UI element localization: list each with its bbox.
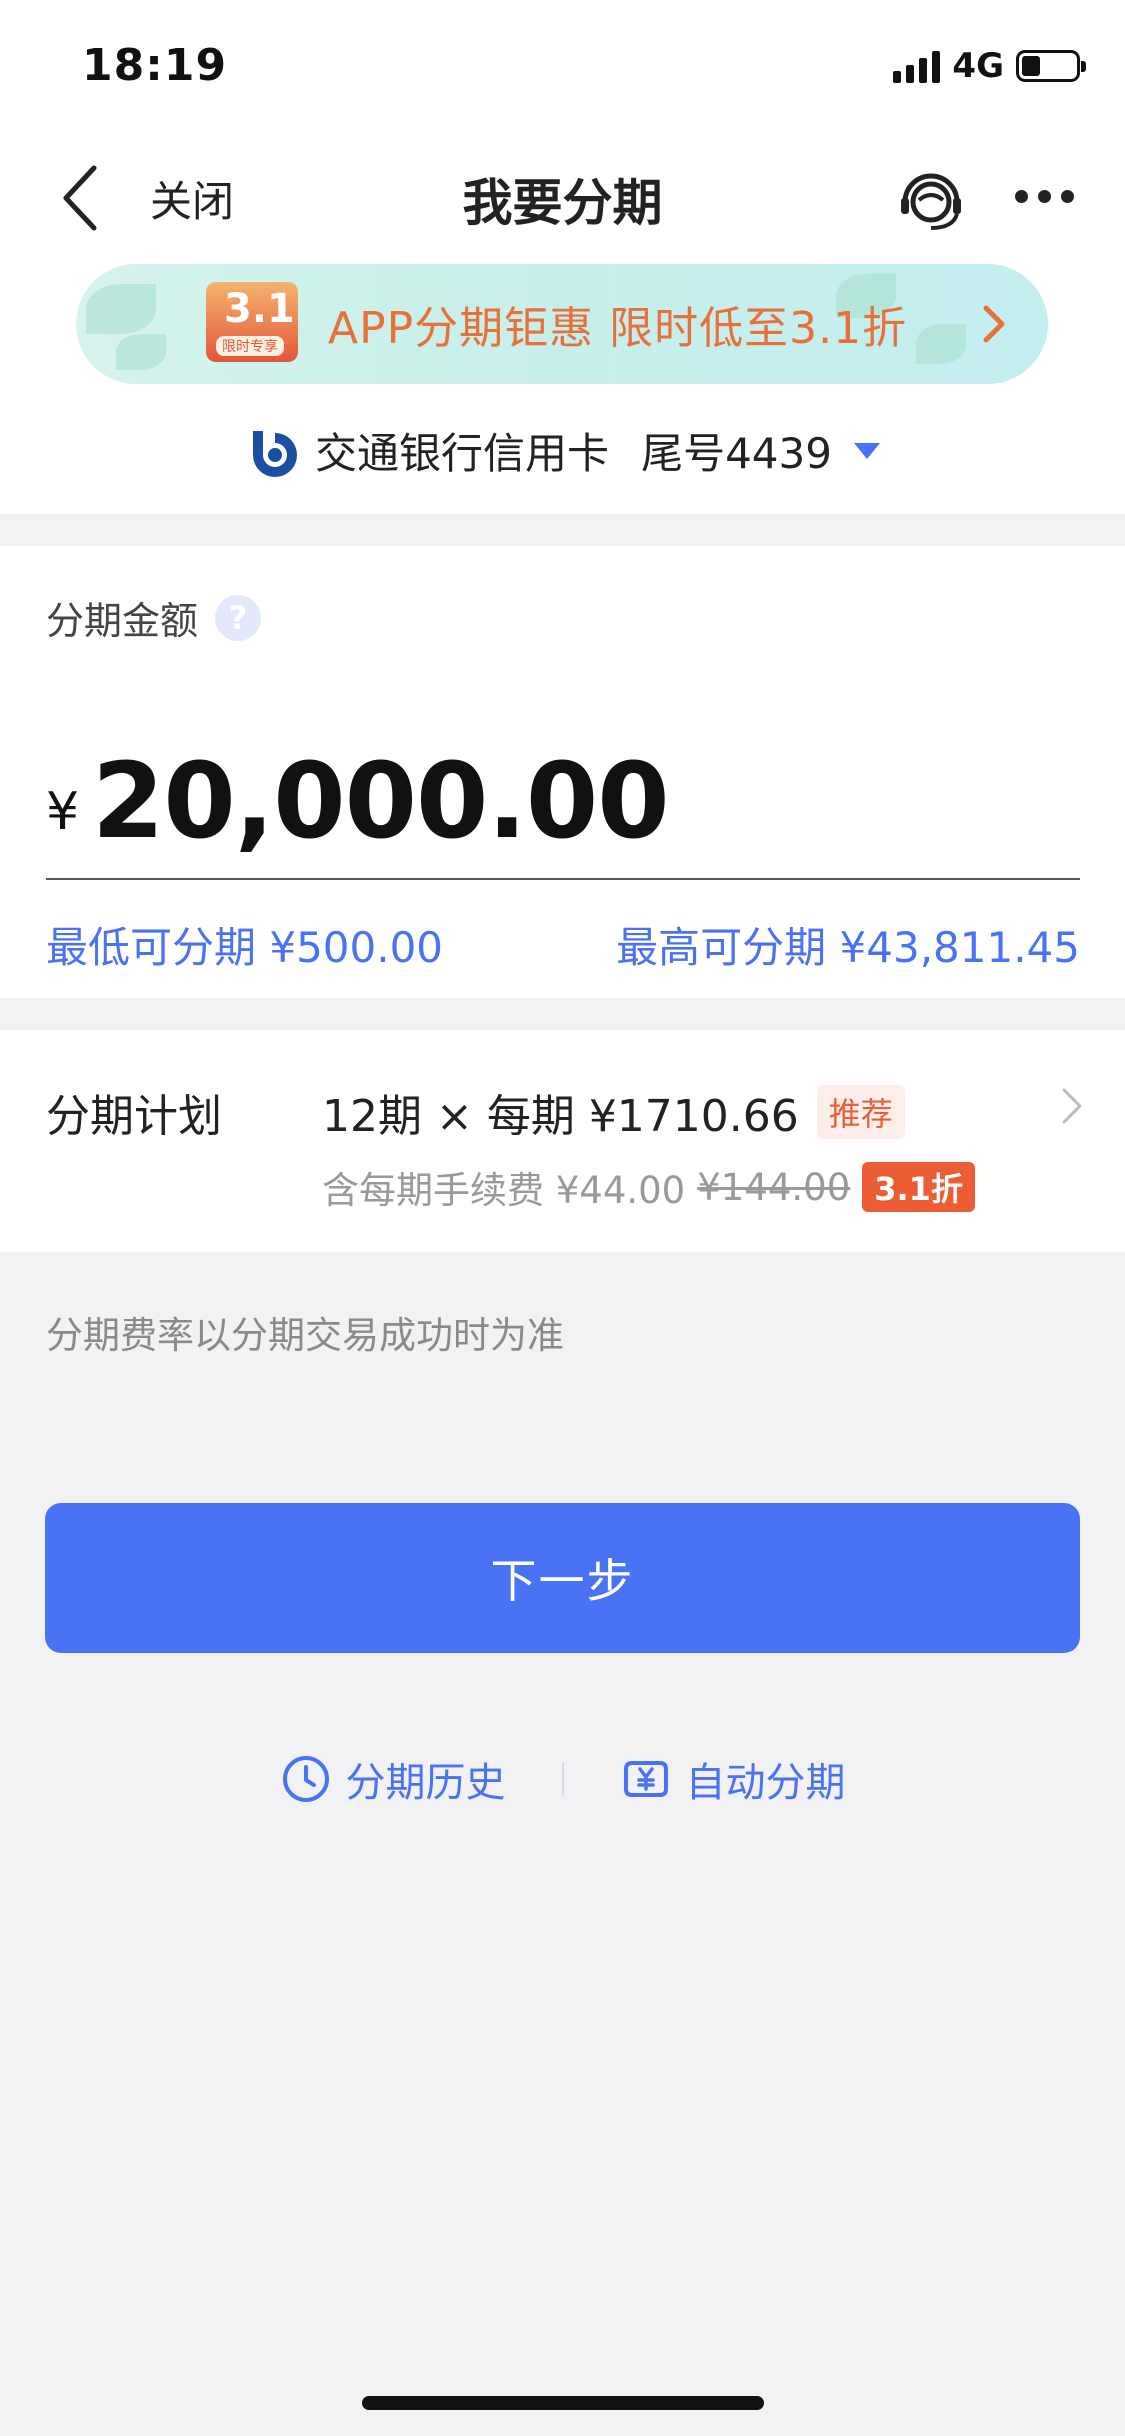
plan-summary[interactable]: 12期 × 每期 ¥1710.66 推荐 [322,1080,905,1144]
more-menu-icon[interactable] [1015,190,1074,203]
plan-label: 分期计划 [46,1091,222,1142]
clock-icon [282,1756,329,1802]
amount-label: 分期金额 [46,599,199,643]
banner-text: APP分期钜惠 限时低至3.1折 [328,303,908,354]
currency-symbol: ¥ [46,782,80,842]
card-bank-name: 交通银行信用卡 [315,429,610,478]
plan-main-text: 12期 × 每期 ¥1710.66 [322,1091,799,1142]
fee-original: ¥144.00 [697,1165,851,1209]
status-time: 18:19 [82,40,228,91]
help-icon[interactable]: ? [215,595,261,641]
history-label: 分期历史 [345,1760,506,1806]
bank-logo-icon [253,430,298,477]
auto-installment-icon [623,1761,668,1797]
auto-installment-link[interactable]: 自动分期 [620,1750,846,1808]
next-button[interactable]: 下一步 [45,1503,1080,1653]
card-selector[interactable]: 交通银行信用卡 尾号4439 [0,420,1125,481]
amount-underline [46,878,1080,880]
plan-fee-line: 含每期手续费 ¥44.00 ¥144.00 3.1折 [322,1160,975,1214]
link-divider [561,1762,564,1796]
history-link[interactable]: 分期历史 [280,1750,506,1808]
bottom-links: 分期历史 自动分期 [0,1750,1125,1808]
chevron-right-icon [983,305,1005,343]
discount-badge: 3.1 限时专享 [206,274,306,370]
dropdown-triangle-icon [853,442,880,459]
customer-service-icon[interactable] [893,160,969,236]
auto-installment-label: 自动分期 [685,1760,846,1806]
chevron-right-icon[interactable] [1058,1084,1086,1128]
status-icons: 4G [893,46,1086,86]
recommend-tag: 推荐 [816,1085,905,1139]
max-installment: 最高可分期 ¥43,811.45 [616,923,1080,972]
rate-note: 分期费率以分期交易成功时为准 [46,1314,564,1357]
battery-icon [1016,50,1086,82]
min-installment: 最低可分期 ¥500.00 [46,923,444,972]
home-indicator [362,2396,764,2410]
network-type: 4G [952,46,1004,86]
amount-input[interactable]: 20,000.00 [92,740,670,862]
discount-tag: 3.1折 [862,1162,975,1212]
card-tail-number: 尾号4439 [641,429,832,478]
signal-icon [893,49,941,83]
promo-banner[interactable]: 3.1 限时专享 APP分期钜惠 限时低至3.1折 [76,264,1048,384]
fee-text: 含每期手续费 ¥44.00 [322,1169,686,1212]
